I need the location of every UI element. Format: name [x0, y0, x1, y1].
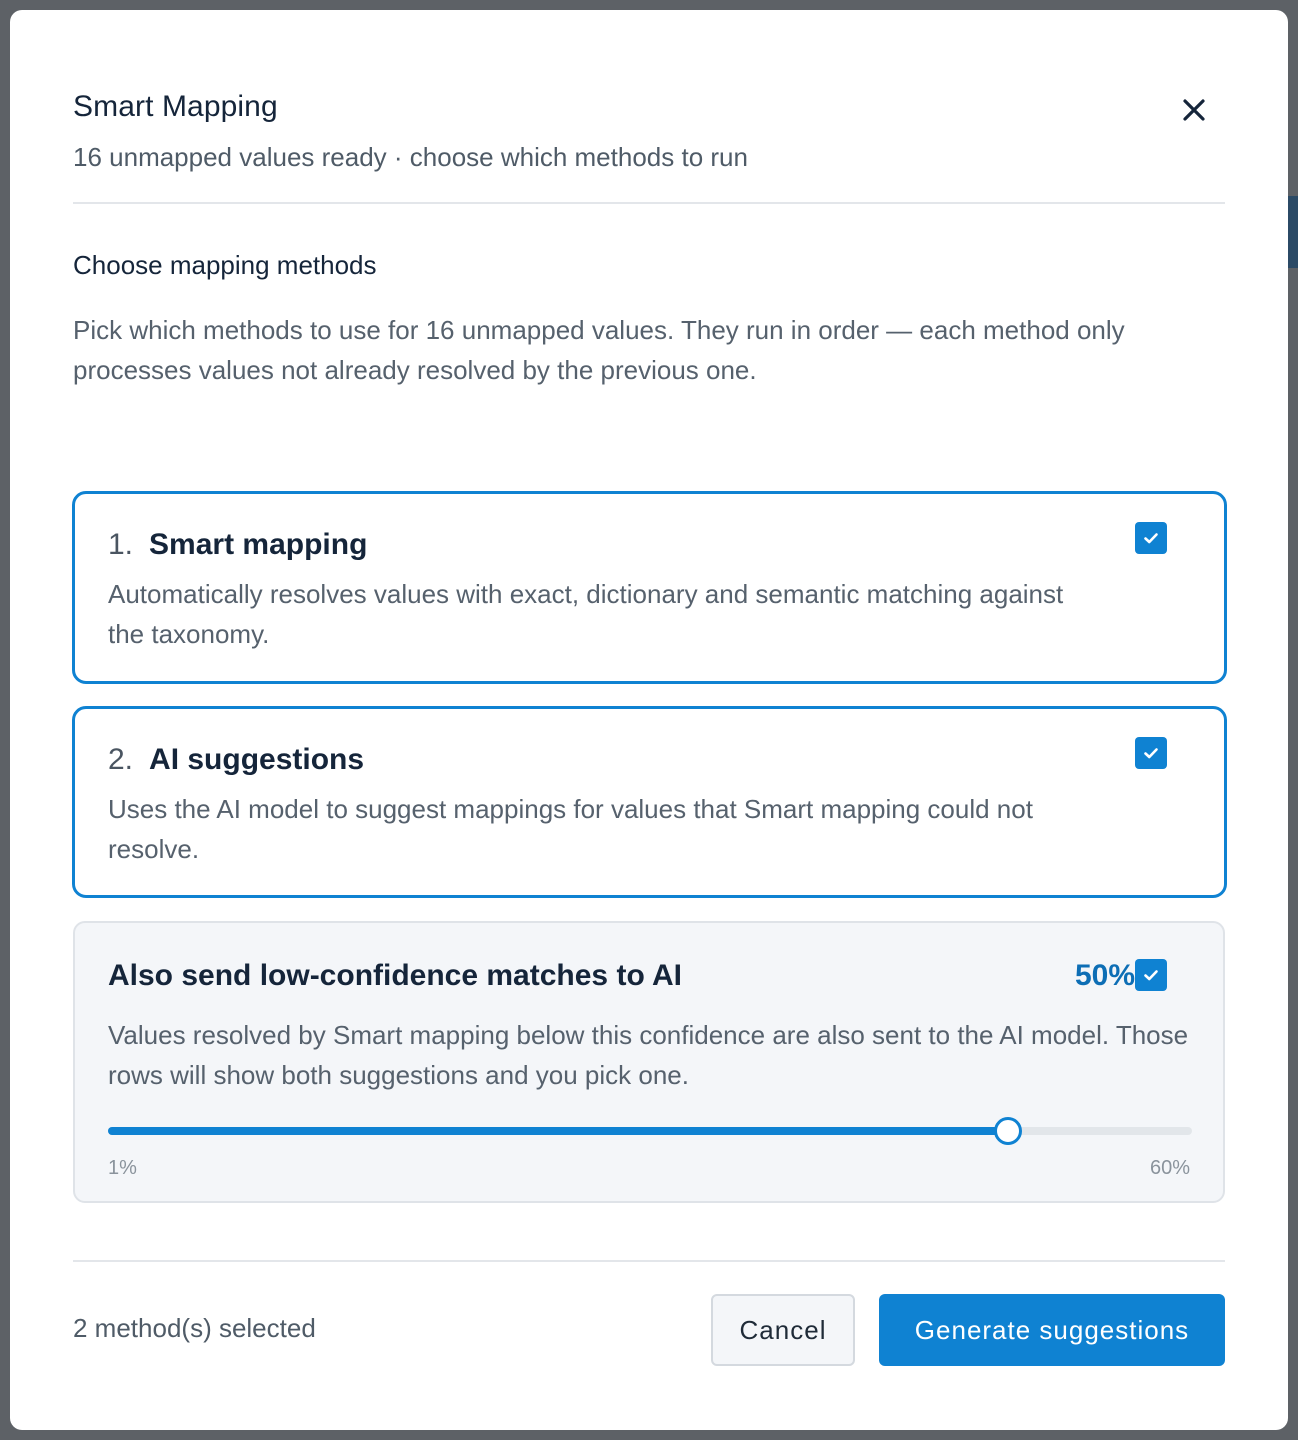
method-card-ai-suggestions[interactable]: 2. AI suggestions Uses the AI model to s…	[72, 706, 1227, 898]
low-confidence-title: Also send low-confidence matches to AI	[108, 959, 682, 992]
low-confidence-panel: Also send low-confidence matches to AI 5…	[73, 921, 1225, 1203]
confidence-slider[interactable]	[108, 1117, 1192, 1145]
method-name: AI suggestions	[149, 743, 365, 776]
dialog-subtitle: 16 unmapped values ready · choose which …	[73, 142, 748, 172]
cancel-button[interactable]: Cancel	[711, 1294, 855, 1366]
slider-max-label: 60%	[1149, 1157, 1190, 1179]
method-description: Automatically resolves values with exact…	[108, 579, 1064, 649]
method-heading: 2. AI suggestions	[108, 743, 364, 777]
low-confidence-checkbox[interactable]	[1135, 959, 1167, 991]
dialog-title: Smart Mapping	[73, 90, 278, 123]
confidence-threshold-value: 50%	[1074, 959, 1135, 992]
low-confidence-description: Values resolved by Smart mapping below t…	[108, 1020, 1189, 1090]
ai-suggestions-checkbox[interactable]	[1135, 737, 1167, 769]
slider-fill	[108, 1127, 1009, 1135]
method-number: 1.	[108, 528, 134, 561]
method-name: Smart mapping	[149, 528, 368, 561]
smart-mapping-dialog: Smart Mapping 16 unmapped values ready ·…	[10, 10, 1288, 1430]
slider-min-label: 1%	[108, 1157, 137, 1179]
smart-mapping-checkbox[interactable]	[1135, 522, 1167, 554]
method-heading: 1. Smart mapping	[108, 528, 367, 562]
section-description: Pick which methods to use for 16 unmappe…	[73, 315, 1125, 385]
slider-thumb[interactable]	[994, 1117, 1023, 1145]
selected-methods-count: 2 method(s) selected	[73, 1313, 316, 1343]
method-number: 2.	[108, 743, 134, 776]
header-divider	[73, 202, 1225, 204]
dialog-header: Smart Mapping 16 unmapped values ready ·…	[73, 90, 1225, 173]
close-button[interactable]	[1176, 92, 1212, 128]
method-card-smart-mapping[interactable]: 1. Smart mapping Automatically resolves …	[72, 491, 1227, 684]
footer-divider	[73, 1260, 1225, 1262]
check-icon	[1144, 748, 1158, 759]
check-icon	[1144, 533, 1158, 544]
close-icon	[1183, 99, 1205, 121]
section-title: Choose mapping methods	[73, 250, 377, 280]
check-icon	[1144, 970, 1158, 981]
generate-suggestions-button[interactable]: Generate suggestions	[879, 1294, 1225, 1366]
background-app-tab	[1288, 196, 1298, 268]
method-description: Uses the AI model to suggest mappings fo…	[108, 794, 1033, 864]
